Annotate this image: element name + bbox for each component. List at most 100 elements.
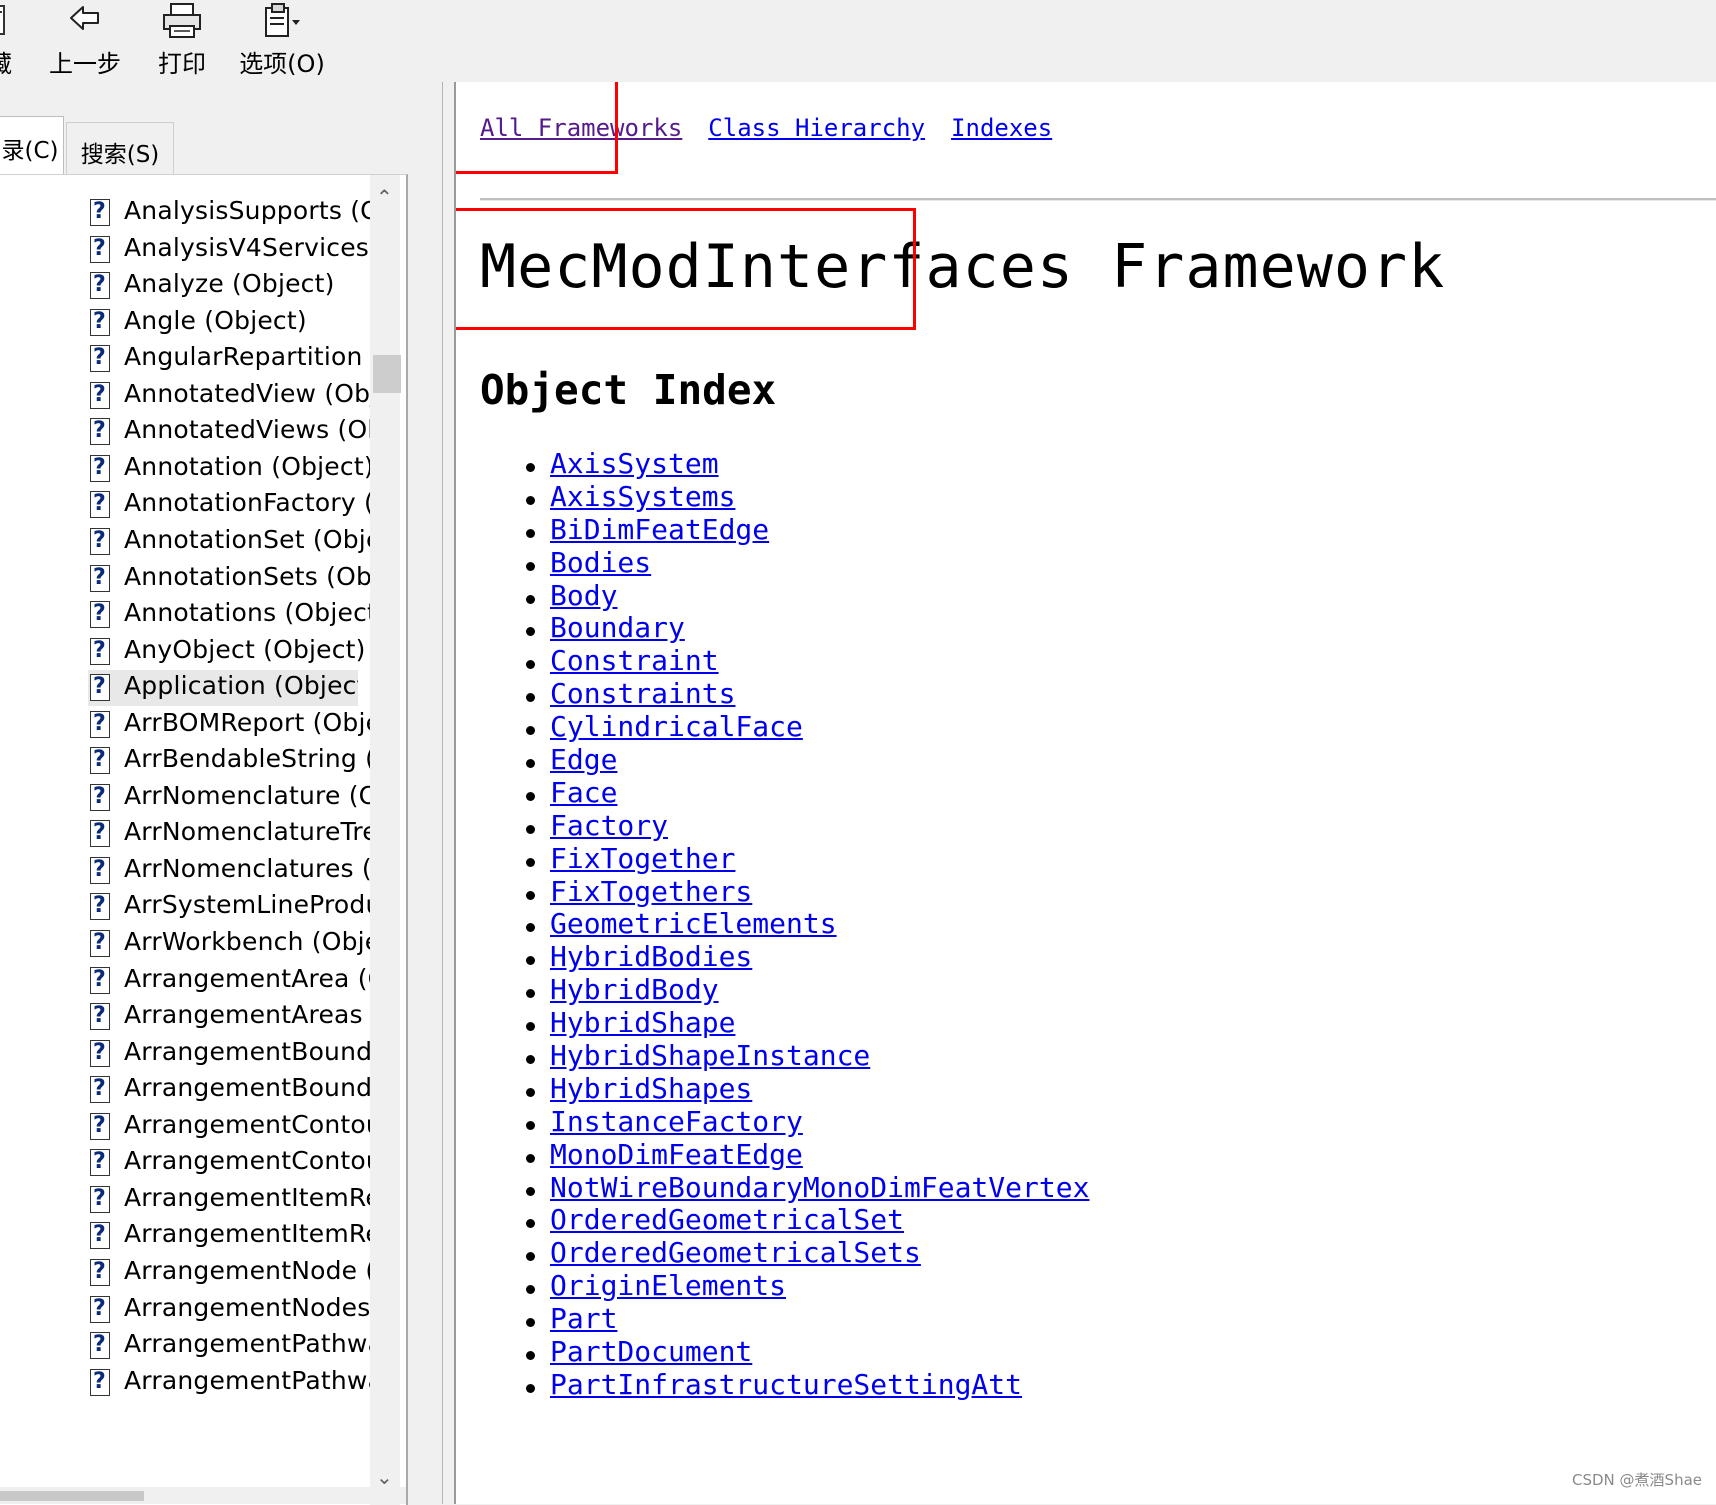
scroll-down-icon[interactable]: ⌄ [376,1465,393,1489]
tree-item[interactable]: ArrSystemLineProduc [88,889,372,925]
tree-item[interactable]: Application (Object) [88,670,358,707]
tree-item[interactable]: AnnotationFactory (O [88,487,372,523]
list-item: BiDimFeatEdge [518,513,1089,547]
nav-link-all-frameworks[interactable]: All Frameworks [480,114,682,142]
object-link[interactable]: Face [550,776,617,809]
back-button[interactable]: 上一步 [44,0,126,80]
object-link[interactable]: HybridBodies [550,940,752,973]
tree-item-label: Annotations (Object) [124,598,372,628]
tab-search[interactable]: 搜索(S) [66,122,174,176]
tree-item[interactable]: Annotations (Object) [88,597,372,633]
tree-item[interactable]: AnalysisV4Services (C [88,232,372,268]
tree-item[interactable]: ArrangementNodes ( [88,1292,372,1328]
nav-link-class-hierarchy[interactable]: Class Hierarchy [708,114,925,142]
help-topic-icon [90,454,110,482]
tree-item[interactable]: ArrangementBounda [88,1072,372,1108]
object-link[interactable]: Body [550,579,617,612]
tree-vertical-scrollbar[interactable]: ⌃ ⌄ [370,175,401,1505]
tab-contents[interactable]: 录(C) [0,116,64,176]
nav-link-indexes[interactable]: Indexes [951,114,1052,142]
tree-item[interactable]: AnnotationSet (Objec [88,524,372,560]
tree-item[interactable]: AngularRepartition (C [88,341,372,377]
object-link[interactable]: OriginElements [550,1269,786,1302]
tree-item[interactable]: ArrangementContour [88,1109,372,1145]
list-item: HybridShapeInstance [518,1039,1089,1073]
object-link[interactable]: Bodies [550,546,651,579]
list-item: OrderedGeometricalSets [518,1236,1089,1270]
object-link[interactable]: MonoDimFeatEdge [550,1138,803,1171]
help-topic-icon [90,199,110,226]
tree-item[interactable]: ArrangementAreas (C [88,999,372,1035]
object-link[interactable]: GeometricElements [550,907,837,941]
object-link[interactable]: Factory [550,809,668,842]
tree-item-label: ArrangementBounda [124,1036,372,1066]
navigation-pane: 录(C) 搜索(S) AnalysisSupports (Ob AnalysisV… [0,82,442,1505]
horizontal-scroll-thumb[interactable] [0,1491,144,1501]
object-link[interactable]: PartDocument [550,1335,752,1368]
object-link[interactable]: AxisSystem [550,447,719,480]
tree-item[interactable]: Annotation (Object) [88,451,372,487]
object-link[interactable]: Constraint [550,644,719,677]
list-item: PartDocument [518,1335,1089,1369]
pane-splitter[interactable] [442,82,456,1504]
object-link[interactable]: FixTogethers [550,875,752,908]
help-topic-icon [90,1039,110,1067]
object-link[interactable]: InstanceFactory [550,1105,803,1138]
object-link[interactable]: PartInfrastructureSettingAtt [550,1368,1022,1401]
tree-item[interactable]: AnnotatedViews (Obj [88,414,372,450]
help-topic-icon [90,1003,110,1031]
list-item: Body [518,579,1089,613]
tree-item-label: ArrSystemLineProduc [124,890,372,920]
tree-item[interactable]: ArrangementItemRes [88,1182,372,1218]
object-link[interactable]: Edge [550,743,617,776]
tree-item[interactable]: ArrNomenclature (Ob [88,780,372,816]
tree-item[interactable]: AnalysisSupports (Ob [88,195,372,231]
tree-item[interactable]: AnyObject (Object) [88,634,372,670]
hide-icon [0,2,12,42]
tree-item[interactable]: AnnotationSets (Obje [88,561,372,597]
print-button[interactable]: 打印 [144,0,220,80]
tree-item-label: ArrangementContour [124,1146,372,1176]
tree-item-label: ArrangementArea (O [124,963,372,993]
object-link[interactable]: HybridBody [550,973,719,1006]
scroll-up-icon[interactable]: ⌃ [376,185,393,209]
top-nav-links: All Frameworks Class Hierarchy Indexes [480,114,1078,142]
tree-item[interactable]: ArrWorkbench (Obje [88,926,372,962]
back-arrow-icon [68,2,102,38]
tree-horizontal-scrollbar[interactable] [0,1487,406,1504]
object-link[interactable]: Boundary [550,611,685,645]
object-link[interactable]: OrderedGeometricalSet [550,1203,904,1237]
object-link[interactable]: HybridShape [550,1006,735,1039]
options-button[interactable]: 选项(O) [232,0,332,80]
tree-item[interactable]: Angle (Object) [88,305,372,341]
tree-item[interactable]: ArrangementBounda [88,1036,372,1072]
tree-item[interactable]: ArrangementItemRes [88,1218,372,1254]
object-link[interactable]: NotWireBoundaryMonoDimFeatVertex [550,1171,1089,1204]
tree-item[interactable]: Analyze (Object) [88,268,372,304]
tree-item[interactable]: ArrNomenclatureTree [88,816,372,852]
tree-item[interactable]: ArrBendableString (C [88,743,372,779]
scroll-thumb[interactable] [373,355,401,393]
object-link[interactable]: AxisSystems [550,480,735,513]
object-link[interactable]: BiDimFeatEdge [550,513,769,546]
tree-item[interactable]: ArrBOMReport (Obje [88,707,372,743]
tree-item[interactable]: ArrangementPathway [88,1328,372,1364]
tree-item[interactable]: AnnotatedView (Obje [88,378,372,414]
object-link[interactable]: Part [550,1302,617,1335]
tree-item[interactable]: ArrangementPathway [88,1365,372,1401]
tree-item[interactable]: ArrNomenclatures (C [88,853,372,889]
tree-item[interactable]: ArrangementNode (C [88,1255,372,1291]
object-link[interactable]: HybridShapes [550,1072,752,1105]
help-topic-icon [90,1222,110,1250]
tree-item-label: AnnotatedView (Obje [124,378,372,408]
tree-item[interactable]: ArrangementContour [88,1145,372,1181]
object-link[interactable]: FixTogether [550,842,735,875]
object-link[interactable]: CylindricalFace [550,710,803,743]
object-link[interactable]: HybridShapeInstance [550,1039,870,1072]
tree-item[interactable]: ArrangementArea (O [88,963,372,999]
hide-button[interactable]: 藏 [0,0,20,80]
tree-item-label: ArrNomenclatureTree [124,817,372,847]
object-link[interactable]: Constraints [550,677,735,710]
help-topic-icon [90,747,110,775]
object-link[interactable]: OrderedGeometricalSets [550,1236,921,1269]
